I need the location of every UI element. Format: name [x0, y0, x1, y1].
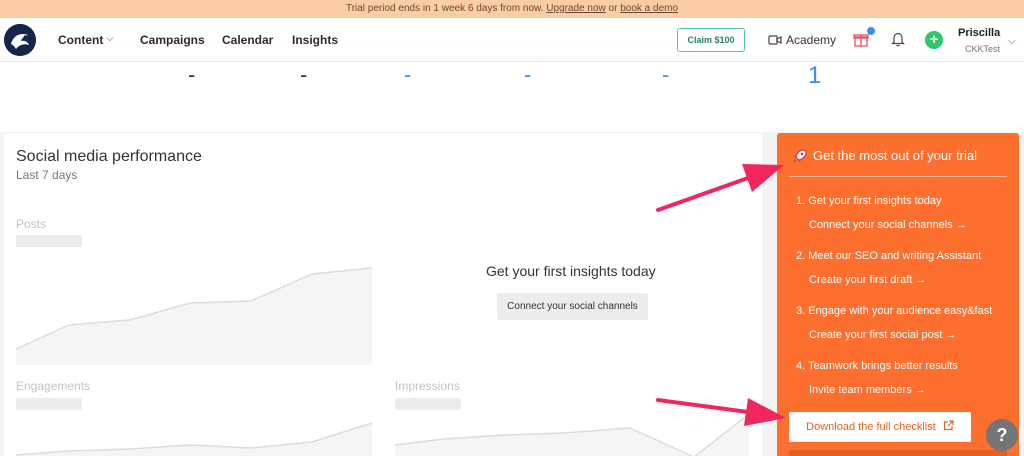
engagements-label: Engagements	[16, 379, 91, 393]
create-plus-button[interactable]: +	[925, 31, 943, 49]
rocket-icon	[793, 149, 807, 163]
skeleton-placeholder	[395, 398, 461, 410]
claim-button[interactable]: Claim $100	[677, 28, 745, 52]
social-performance-card: Social media performance Last 7 days Pos…	[4, 133, 762, 456]
step-title: 3. Engage with your audience easy&fast	[796, 305, 993, 317]
stat-value: 1	[808, 62, 822, 89]
trial-banner: Trial period ends in 1 week 6 days from …	[0, 0, 1024, 18]
stats-band: - - - - - 1	[0, 62, 1024, 132]
chevron-down-icon[interactable]: ⌵	[106, 33, 114, 44]
nav-campaigns[interactable]: Campaigns	[140, 33, 205, 47]
step-title: 4. Teamwork brings better results	[796, 360, 958, 372]
empty-state-title: Get your first insights today	[486, 263, 656, 279]
invite-team-members-link[interactable]: Invite team members →	[809, 384, 926, 396]
bell-icon[interactable]	[891, 31, 905, 47]
stat-value: -	[524, 62, 532, 87]
step-title: 2. Meet our SEO and writing Assistant	[796, 250, 982, 262]
panel-divider	[789, 176, 1007, 177]
nav-calendar[interactable]: Calendar	[222, 33, 273, 47]
nav-insights[interactable]: Insights	[292, 33, 338, 47]
download-checklist-label: Download the full checklist	[806, 421, 936, 433]
video-camera-icon	[768, 35, 782, 45]
stat-value: -	[188, 62, 196, 87]
connect-social-channels-link[interactable]: Connect your social channels →	[809, 219, 967, 231]
create-first-social-post-link[interactable]: Create your first social post →	[809, 329, 956, 341]
book-demo-link[interactable]: book a demo	[620, 3, 678, 14]
gift-icon[interactable]	[853, 31, 869, 47]
stat-value: -	[300, 62, 308, 87]
logo-icon	[4, 24, 36, 56]
help-button[interactable]: ?	[986, 419, 1018, 451]
posts-chart-area	[16, 268, 372, 365]
panel-footer-bar	[789, 450, 1007, 456]
top-navigation: Content ⌵ Campaigns Calendar Insights Cl…	[0, 18, 1024, 62]
trial-banner-text: Trial period ends in 1 week 6 days from …	[345, 3, 544, 14]
impressions-label: Impressions	[395, 379, 460, 393]
skeleton-placeholder	[16, 398, 82, 410]
user-name[interactable]: Priscilla	[958, 27, 1000, 39]
stat-value: -	[404, 62, 412, 87]
banner-or-text: or	[608, 3, 618, 14]
app-logo[interactable]	[4, 24, 36, 56]
academy-label: Academy	[786, 33, 837, 47]
trial-panel-title: Get the most out of your trial	[813, 148, 978, 163]
connect-social-channels-button[interactable]: Connect your social channels	[497, 293, 648, 320]
stat-value: -	[662, 62, 670, 87]
impressions-chart-area	[395, 414, 749, 456]
step-title: 1. Get your first insights today	[796, 195, 942, 207]
placeholder-charts	[15, 267, 750, 456]
create-first-draft-link[interactable]: Create your first draft →	[809, 274, 926, 286]
user-org: CKKTest	[965, 44, 1001, 54]
notification-dot	[867, 27, 875, 35]
trial-onboarding-panel: Get the most out of your trial 1. Get yo…	[777, 133, 1019, 456]
external-link-icon	[943, 420, 954, 431]
upgrade-now-link[interactable]: Upgrade now	[546, 3, 605, 14]
download-checklist-button[interactable]: Download the full checklist	[789, 412, 971, 442]
user-menu-chevron-icon[interactable]: ⌵	[1008, 36, 1016, 47]
nav-content[interactable]: Content	[58, 33, 103, 47]
